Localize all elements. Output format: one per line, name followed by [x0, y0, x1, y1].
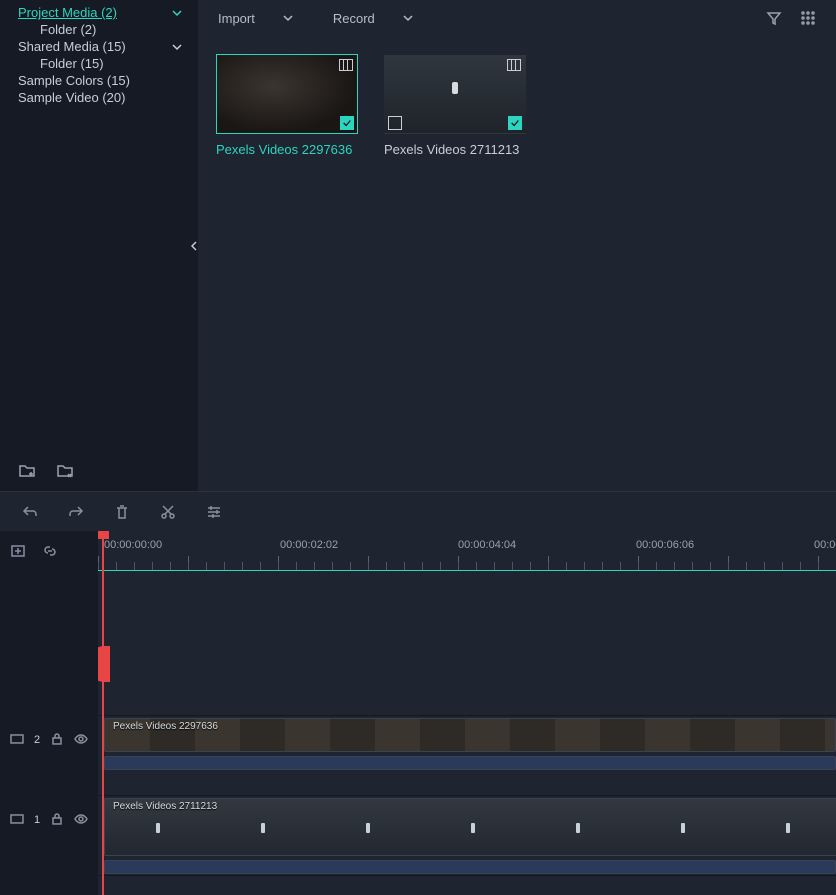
track-number: 2	[34, 734, 40, 746]
filmstrip-icon	[507, 59, 521, 71]
import-label: Import	[218, 11, 255, 26]
tree-item-project-media[interactable]: Project Media (2)	[0, 4, 198, 21]
timeline-toolbar	[0, 491, 836, 531]
media-item[interactable]: Pexels Videos 2297636	[216, 54, 358, 157]
timeline-ruler[interactable]: 00:00:00:00 00:00:02:02 00:00:04:04 00:0…	[98, 531, 836, 571]
tree-item-folder-15[interactable]: Folder (15)	[0, 55, 198, 72]
ruler-tick: 00:00:02:02	[280, 539, 338, 551]
ruler-tick: 00:00	[814, 539, 836, 551]
cut-icon[interactable]	[160, 504, 176, 520]
media-label: Pexels Videos 2711213	[384, 142, 526, 157]
redo-icon[interactable]	[68, 504, 84, 520]
timeline-body: 2 1 00:00:00:00 00:00:02:02 00:00:04:04 …	[0, 531, 836, 895]
tracks-area[interactable]: 00:00:00:00 00:00:02:02 00:00:04:04 00:0…	[98, 531, 836, 895]
media-panel: Import Record Pexels Videos 2297636	[198, 0, 836, 491]
media-grid: Pexels Videos 2297636 Pexels Videos 2711…	[198, 36, 836, 491]
tree-label: Project Media (2)	[18, 5, 172, 20]
grid-view-icon[interactable]	[800, 10, 816, 26]
audio-clip[interactable]	[104, 860, 836, 874]
track-tools	[0, 531, 98, 571]
tree-item-shared-media[interactable]: Shared Media (15)	[0, 38, 198, 55]
tree-label: Folder (15)	[40, 56, 190, 71]
check-icon	[340, 116, 354, 130]
sidebar-footer	[0, 453, 198, 491]
tree-item-sample-video[interactable]: Sample Video (20)	[0, 89, 198, 106]
settings-icon[interactable]	[206, 504, 222, 520]
add-track-icon[interactable]	[10, 543, 26, 559]
tree-label: Folder (2)	[40, 22, 190, 37]
ruler-tick: 00:00:00:00	[104, 539, 162, 551]
undo-icon[interactable]	[22, 504, 38, 520]
import-dropdown[interactable]: Import	[218, 11, 293, 26]
track-row-1[interactable]: Pexels Videos 2711213	[98, 796, 836, 876]
collapse-sidebar-handle[interactable]	[190, 240, 198, 252]
add-folder-icon[interactable]	[18, 461, 36, 479]
remove-folder-icon[interactable]	[56, 461, 74, 479]
tree-item-folder-2[interactable]: Folder (2)	[0, 21, 198, 38]
cut-handle[interactable]	[98, 646, 110, 682]
tree-item-sample-colors[interactable]: Sample Colors (15)	[0, 72, 198, 89]
media-toolbar: Import Record	[198, 0, 836, 36]
track-header-1: 1	[0, 756, 98, 836]
media-thumbnail	[216, 54, 358, 134]
clip-label: Pexels Videos 2297636	[113, 721, 218, 732]
media-label: Pexels Videos 2297636	[216, 142, 358, 157]
media-tree: Project Media (2) Folder (2) Shared Medi…	[0, 0, 198, 110]
proxy-icon	[388, 116, 402, 130]
video-track-icon	[10, 732, 24, 746]
eye-icon[interactable]	[74, 732, 88, 746]
track-header-2: 2	[0, 571, 98, 756]
tree-label: Sample Video (20)	[18, 90, 190, 105]
track-row-spacer	[98, 571, 836, 716]
audio-clip[interactable]	[104, 756, 836, 770]
lock-icon[interactable]	[50, 812, 64, 826]
video-clip[interactable]: Pexels Videos 2711213	[104, 798, 836, 856]
ruler-tick: 00:00:06:06	[636, 539, 694, 551]
media-item[interactable]: Pexels Videos 2711213	[384, 54, 526, 157]
chevron-down-icon	[283, 11, 293, 26]
ruler-tick: 00:00:04:04	[458, 539, 516, 551]
track-headers: 2 1	[0, 531, 98, 895]
tree-label: Shared Media (15)	[18, 39, 172, 54]
media-thumbnail	[384, 54, 526, 134]
delete-icon[interactable]	[114, 504, 130, 520]
video-track-icon	[10, 812, 24, 826]
chevron-down-icon[interactable]	[172, 8, 182, 18]
boat-shape	[452, 82, 458, 94]
playhead[interactable]	[102, 531, 104, 895]
video-clip[interactable]: Pexels Videos 2297636	[104, 718, 836, 752]
track-row-2[interactable]: Pexels Videos 2297636	[98, 716, 836, 796]
filmstrip-icon	[339, 59, 353, 71]
record-dropdown[interactable]: Record	[333, 11, 413, 26]
lock-icon[interactable]	[50, 732, 64, 746]
eye-icon[interactable]	[74, 812, 88, 826]
track-number: 1	[34, 814, 40, 826]
clip-label: Pexels Videos 2711213	[113, 801, 217, 812]
tree-label: Sample Colors (15)	[18, 73, 190, 88]
link-icon[interactable]	[42, 543, 58, 559]
check-icon	[508, 116, 522, 130]
chevron-down-icon	[403, 11, 413, 26]
timeline-panel: 2 1 00:00:00:00 00:00:02:02 00:00:04:04 …	[0, 491, 836, 895]
media-sidebar: Project Media (2) Folder (2) Shared Medi…	[0, 0, 198, 491]
filter-icon[interactable]	[766, 10, 782, 26]
record-label: Record	[333, 11, 375, 26]
chevron-down-icon[interactable]	[172, 42, 182, 52]
